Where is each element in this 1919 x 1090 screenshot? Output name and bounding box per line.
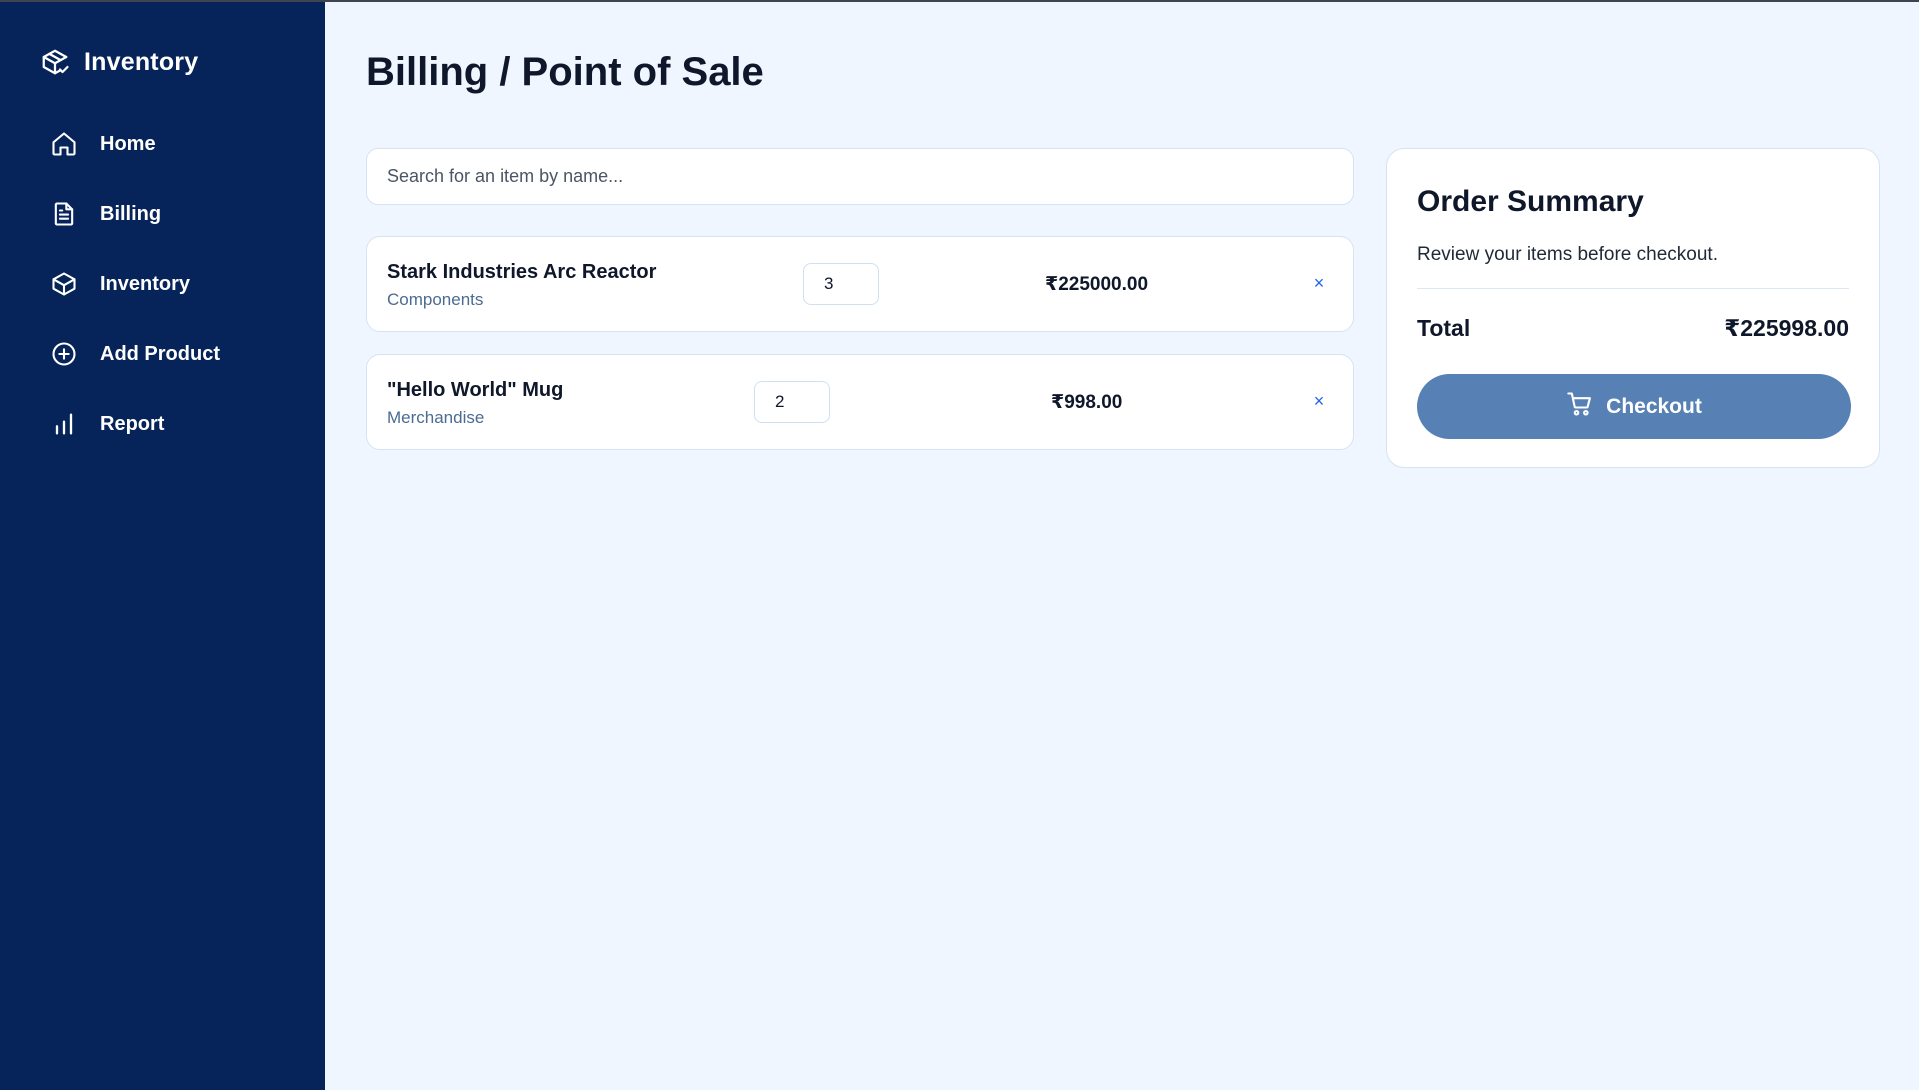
item-name: "Hello World" Mug [387,379,564,401]
document-icon [48,198,80,230]
sidebar-item-billing[interactable]: Billing [48,194,220,234]
home-icon [48,128,80,160]
total-label: Total [1417,315,1471,341]
sidebar-item-add-product[interactable]: Add Product [48,334,220,374]
sidebar-item-home[interactable]: Home [48,124,220,164]
checkout-label: Checkout [1606,394,1702,418]
sidebar-item-inventory[interactable]: Inventory [48,264,220,304]
summary-title: Order Summary [1417,185,1644,218]
close-icon: × [1313,272,1325,293]
brand[interactable]: Inventory [40,46,198,78]
total-value: ₹225998.00 [1724,315,1849,341]
sidebar-item-label: Home [100,132,156,155]
box-icon [48,268,80,300]
sidebar-item-label: Add Product [100,342,220,365]
quantity-input[interactable]: 3 [803,263,879,305]
search-input[interactable] [367,149,1353,204]
cart-icon [1566,390,1594,423]
quantity-input[interactable]: 2 [754,381,830,423]
brand-title: Inventory [84,47,199,76]
summary-subtitle: Review your items before checkout. [1417,244,1718,265]
search-box [366,148,1354,205]
order-summary-card: Order Summary Review your items before c… [1386,148,1880,468]
sidebar-item-label: Inventory [100,272,191,295]
sidebar-item-label: Report [100,412,165,435]
remove-item-button[interactable]: × [1307,389,1331,413]
box-check-icon [40,47,70,77]
checkout-button[interactable]: Checkout [1417,374,1851,439]
item-category: Components [387,290,484,309]
sidebar: Inventory Home Billing Inventory Add Pro… [0,0,325,1090]
cart-list: Stark Industries Arc Reactor Components … [366,236,1354,472]
summary-divider [1417,288,1849,289]
top-border [0,0,1919,2]
plus-circle-icon [48,338,80,370]
cart-item: Stark Industries Arc Reactor Components … [366,236,1354,332]
item-category: Merchandise [387,408,485,427]
sidebar-item-report[interactable]: Report [48,404,220,444]
cart-item: "Hello World" Mug Merchandise 2 ₹998.00 … [366,354,1354,450]
item-price: ₹998.00 [1051,392,1123,413]
sidebar-nav: Home Billing Inventory Add Product Repor… [48,124,220,474]
remove-item-button[interactable]: × [1307,271,1331,295]
sidebar-item-label: Billing [100,202,162,225]
close-icon: × [1313,390,1325,411]
item-name: Stark Industries Arc Reactor [387,261,657,283]
item-price: ₹225000.00 [1045,274,1149,295]
bar-chart-icon [48,408,80,440]
page-title: Billing / Point of Sale [366,50,764,94]
